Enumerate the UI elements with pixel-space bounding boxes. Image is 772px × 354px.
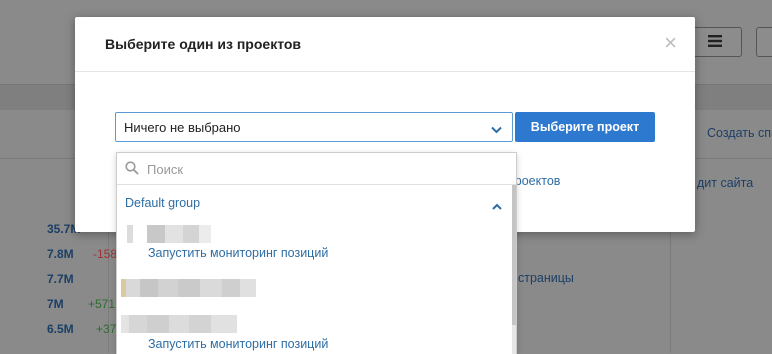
metric-value: 7M <box>47 297 64 311</box>
metric-delta: +37 <box>96 322 117 336</box>
group-label: Default group <box>125 196 201 210</box>
site-audit-link[interactable]: дит сайта <box>697 176 753 190</box>
metric-value: 6.5M <box>47 322 74 336</box>
metric-value: 7.8M <box>47 247 74 261</box>
modal-header: Выберите один из проектов × <box>75 17 695 72</box>
modal-title: Выберите один из проектов <box>105 36 302 52</box>
choose-project-button[interactable]: Выберите проект <box>515 112 655 142</box>
background-search-button[interactable] <box>756 27 772 57</box>
metric-delta: -158 <box>93 247 118 261</box>
project-select-value: Ничего не выбрано <box>124 120 241 135</box>
blurred-project-name <box>121 279 256 297</box>
search-icon <box>125 161 139 178</box>
close-icon[interactable]: × <box>664 31 677 55</box>
hamburger-icon <box>708 34 722 50</box>
list-item[interactable]: Запустить мониторинг позиций <box>117 313 516 354</box>
blurred-project-name <box>127 225 211 243</box>
create-list-link[interactable]: Создать спи <box>707 126 772 140</box>
list-item[interactable]: Запустить мониторинг позиций <box>117 219 516 277</box>
chevron-down-icon <box>491 122 502 137</box>
project-dropdown: Default group Запустить мониторинг позиц… <box>116 152 517 354</box>
metric-delta: +571 <box>88 297 116 311</box>
pages-link[interactable]: страницы <box>518 271 574 285</box>
start-monitoring-link[interactable]: Запустить мониторинг позиций <box>148 246 328 260</box>
metric-value: 7.7M <box>47 272 74 286</box>
chevron-up-icon <box>492 198 502 213</box>
start-monitoring-link[interactable]: Запустить мониторинг позиций <box>148 337 328 351</box>
menu-button[interactable] <box>688 27 742 57</box>
scrollbar-thumb[interactable] <box>512 185 516 325</box>
dropdown-search <box>117 153 516 185</box>
list-item[interactable] <box>117 277 516 313</box>
search-input[interactable] <box>145 158 509 180</box>
project-select[interactable]: Ничего не выбрано <box>115 112 513 142</box>
blurred-project-name <box>121 315 237 333</box>
group-header[interactable]: Default group <box>117 185 516 219</box>
